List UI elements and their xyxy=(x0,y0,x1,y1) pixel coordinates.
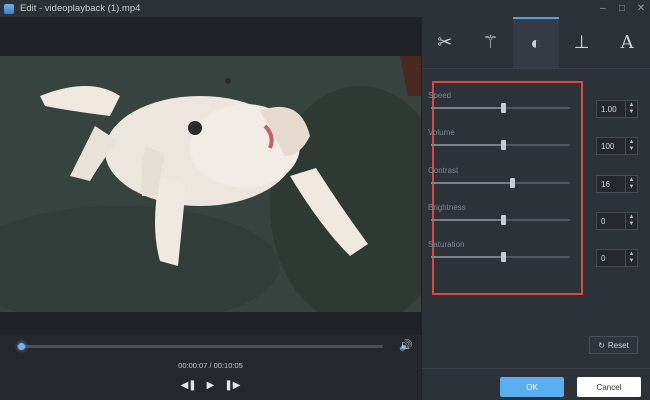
volume-slider[interactable] xyxy=(431,140,570,150)
cancel-button[interactable]: Cancel xyxy=(577,377,641,397)
maximize-icon[interactable]: □ xyxy=(617,0,627,17)
speed-slider-fill xyxy=(431,107,504,109)
volume-label: Volume xyxy=(428,128,455,137)
contrast-label: Contrast xyxy=(428,166,459,175)
title-bar: Edit - videoplayback (1).mp4 – □ ✕ xyxy=(0,0,650,17)
brightness-stepper[interactable]: 0 ▲ ▼ xyxy=(596,212,638,230)
stamp-icon: ⊥ xyxy=(573,32,590,52)
brightness-slider-thumb[interactable] xyxy=(501,215,507,225)
chevron-down-icon[interactable]: ▼ xyxy=(629,258,635,265)
tab-cut[interactable]: ✂ xyxy=(422,17,468,68)
brightness-slider[interactable] xyxy=(431,215,570,225)
play-icon[interactable]: ▶ xyxy=(207,380,215,391)
speed-value[interactable]: 1.00 xyxy=(597,105,625,114)
seek-thumb[interactable] xyxy=(18,343,26,350)
brightness-icon: ◐ xyxy=(530,33,542,53)
chevron-up-icon[interactable]: ▲ xyxy=(629,139,635,146)
saturation-stepper[interactable]: 0 ▲ ▼ xyxy=(596,249,638,267)
contrast-value[interactable]: 16 xyxy=(597,180,625,189)
brightness-label: Brightness xyxy=(428,203,466,212)
scissors-icon: ✂ xyxy=(437,32,453,52)
next-frame-icon[interactable]: ❚▶ xyxy=(224,380,240,391)
reset-icon: ↻ xyxy=(598,340,605,350)
saturation-slider-thumb[interactable] xyxy=(501,252,507,262)
adjustments-highlight xyxy=(432,81,583,295)
chevron-up-icon[interactable]: ▲ xyxy=(629,102,635,109)
minimize-icon[interactable]: – xyxy=(598,0,608,17)
volume-arrows: ▲ ▼ xyxy=(625,138,637,154)
volume-value[interactable]: 100 xyxy=(597,142,625,151)
volume-stepper[interactable]: 100 ▲ ▼ xyxy=(596,137,638,155)
tab-adjust[interactable]: ◐ xyxy=(513,17,559,68)
contrast-slider-fill xyxy=(431,182,512,184)
chevron-down-icon[interactable]: ▼ xyxy=(629,146,635,153)
text-icon: A xyxy=(620,32,634,53)
chevron-up-icon[interactable]: ▲ xyxy=(629,214,635,221)
divider xyxy=(422,368,650,369)
chevron-down-icon[interactable]: ▼ xyxy=(629,109,635,116)
saturation-slider[interactable] xyxy=(431,252,570,262)
saturation-value[interactable]: 0 xyxy=(597,254,625,263)
contrast-stepper[interactable]: 16 ▲ ▼ xyxy=(596,175,638,193)
chevron-up-icon[interactable]: ▲ xyxy=(629,251,635,258)
saturation-label: Saturation xyxy=(428,240,465,249)
video-preview-pane xyxy=(0,17,421,335)
seek-bar[interactable] xyxy=(17,343,383,350)
tab-effects[interactable]: ⚚ xyxy=(468,17,514,68)
reset-label: Reset xyxy=(607,340,629,350)
video-frame-image xyxy=(0,56,421,312)
window-controls: – □ ✕ xyxy=(598,0,646,17)
ok-button[interactable]: OK xyxy=(500,377,564,397)
brightness-slider-fill xyxy=(431,219,504,221)
chevron-up-icon[interactable]: ▲ xyxy=(629,177,635,184)
speed-arrows: ▲ ▼ xyxy=(625,101,637,117)
edit-panel: ✂ ⚚ ◐ ⊥ A Speed 1.00 ▲ ▼ Volume 100 ▲ ▼ … xyxy=(421,17,650,400)
contrast-arrows: ▲ ▼ xyxy=(625,176,637,192)
time-display: 00:00:07 / 00:10:05 xyxy=(178,361,243,370)
magic-wand-icon: ⚚ xyxy=(482,32,499,52)
brightness-value[interactable]: 0 xyxy=(597,217,625,226)
contrast-slider-thumb[interactable] xyxy=(509,178,515,188)
volume-icon[interactable]: 🔊 xyxy=(399,339,413,352)
player-controls: ◀❚ ▶ ❚▶ xyxy=(0,380,421,391)
contrast-slider[interactable] xyxy=(431,178,570,188)
volume-slider-fill xyxy=(431,144,504,146)
chevron-down-icon[interactable]: ▼ xyxy=(629,184,635,191)
speed-slider[interactable] xyxy=(431,103,570,113)
tab-watermark[interactable]: ⊥ xyxy=(559,17,605,68)
app-icon xyxy=(4,3,14,14)
speed-stepper[interactable]: 1.00 ▲ ▼ xyxy=(596,100,638,118)
video-frame[interactable] xyxy=(0,56,421,312)
speed-label: Speed xyxy=(428,91,452,100)
reset-button[interactable]: ↻ Reset xyxy=(589,336,638,354)
previous-frame-icon[interactable]: ◀❚ xyxy=(181,380,197,391)
speed-slider-thumb[interactable] xyxy=(501,103,507,113)
volume-slider-thumb[interactable] xyxy=(501,140,507,150)
chevron-down-icon[interactable]: ▼ xyxy=(629,221,635,228)
window-title: Edit - videoplayback (1).mp4 xyxy=(20,3,141,14)
edit-tabs: ✂ ⚚ ◐ ⊥ A xyxy=(422,17,650,69)
brightness-arrows: ▲ ▼ xyxy=(625,213,637,229)
playback-bar: 🔊 00:00:07 / 00:10:05 ◀❚ ▶ ❚▶ xyxy=(0,335,421,400)
saturation-arrows: ▲ ▼ xyxy=(625,250,637,266)
close-icon[interactable]: ✕ xyxy=(636,0,646,17)
saturation-slider-fill xyxy=(431,256,504,258)
tab-text[interactable]: A xyxy=(604,17,650,68)
